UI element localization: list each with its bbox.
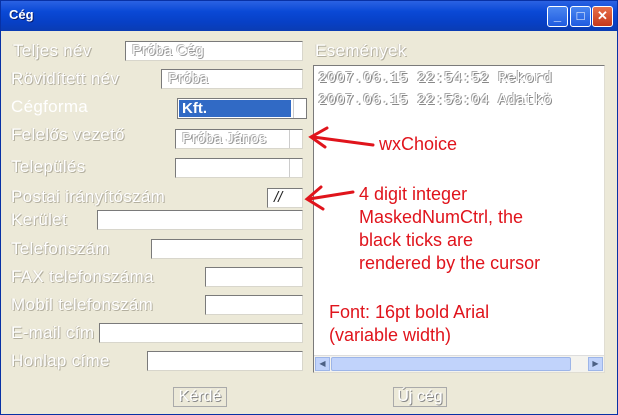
annotation-line: black ticks are xyxy=(359,230,474,250)
annotation-choice: wxChoice xyxy=(379,134,458,154)
annotation-font-block: Font: 16pt bold Arial (variable width) xyxy=(329,301,489,347)
annotation-line: Font: 16pt bold Arial xyxy=(329,302,490,322)
annotation-line: MaskedNumCtrl, the xyxy=(359,207,524,227)
annotation-line: rendered by the cursor xyxy=(359,253,541,273)
annotation-line: 4 digit integer xyxy=(359,184,468,204)
annotation-masked-block: 4 digit integer MaskedNumCtrl, the black… xyxy=(359,183,540,275)
new-company-button[interactable]: Új cég xyxy=(393,387,447,407)
query-button[interactable]: Kérdé xyxy=(173,387,227,407)
company-dialog: Cég _ □ ✕ Teljes név Rövidített név Cégf… xyxy=(0,0,618,415)
annotation-line: (variable width) xyxy=(329,325,452,345)
